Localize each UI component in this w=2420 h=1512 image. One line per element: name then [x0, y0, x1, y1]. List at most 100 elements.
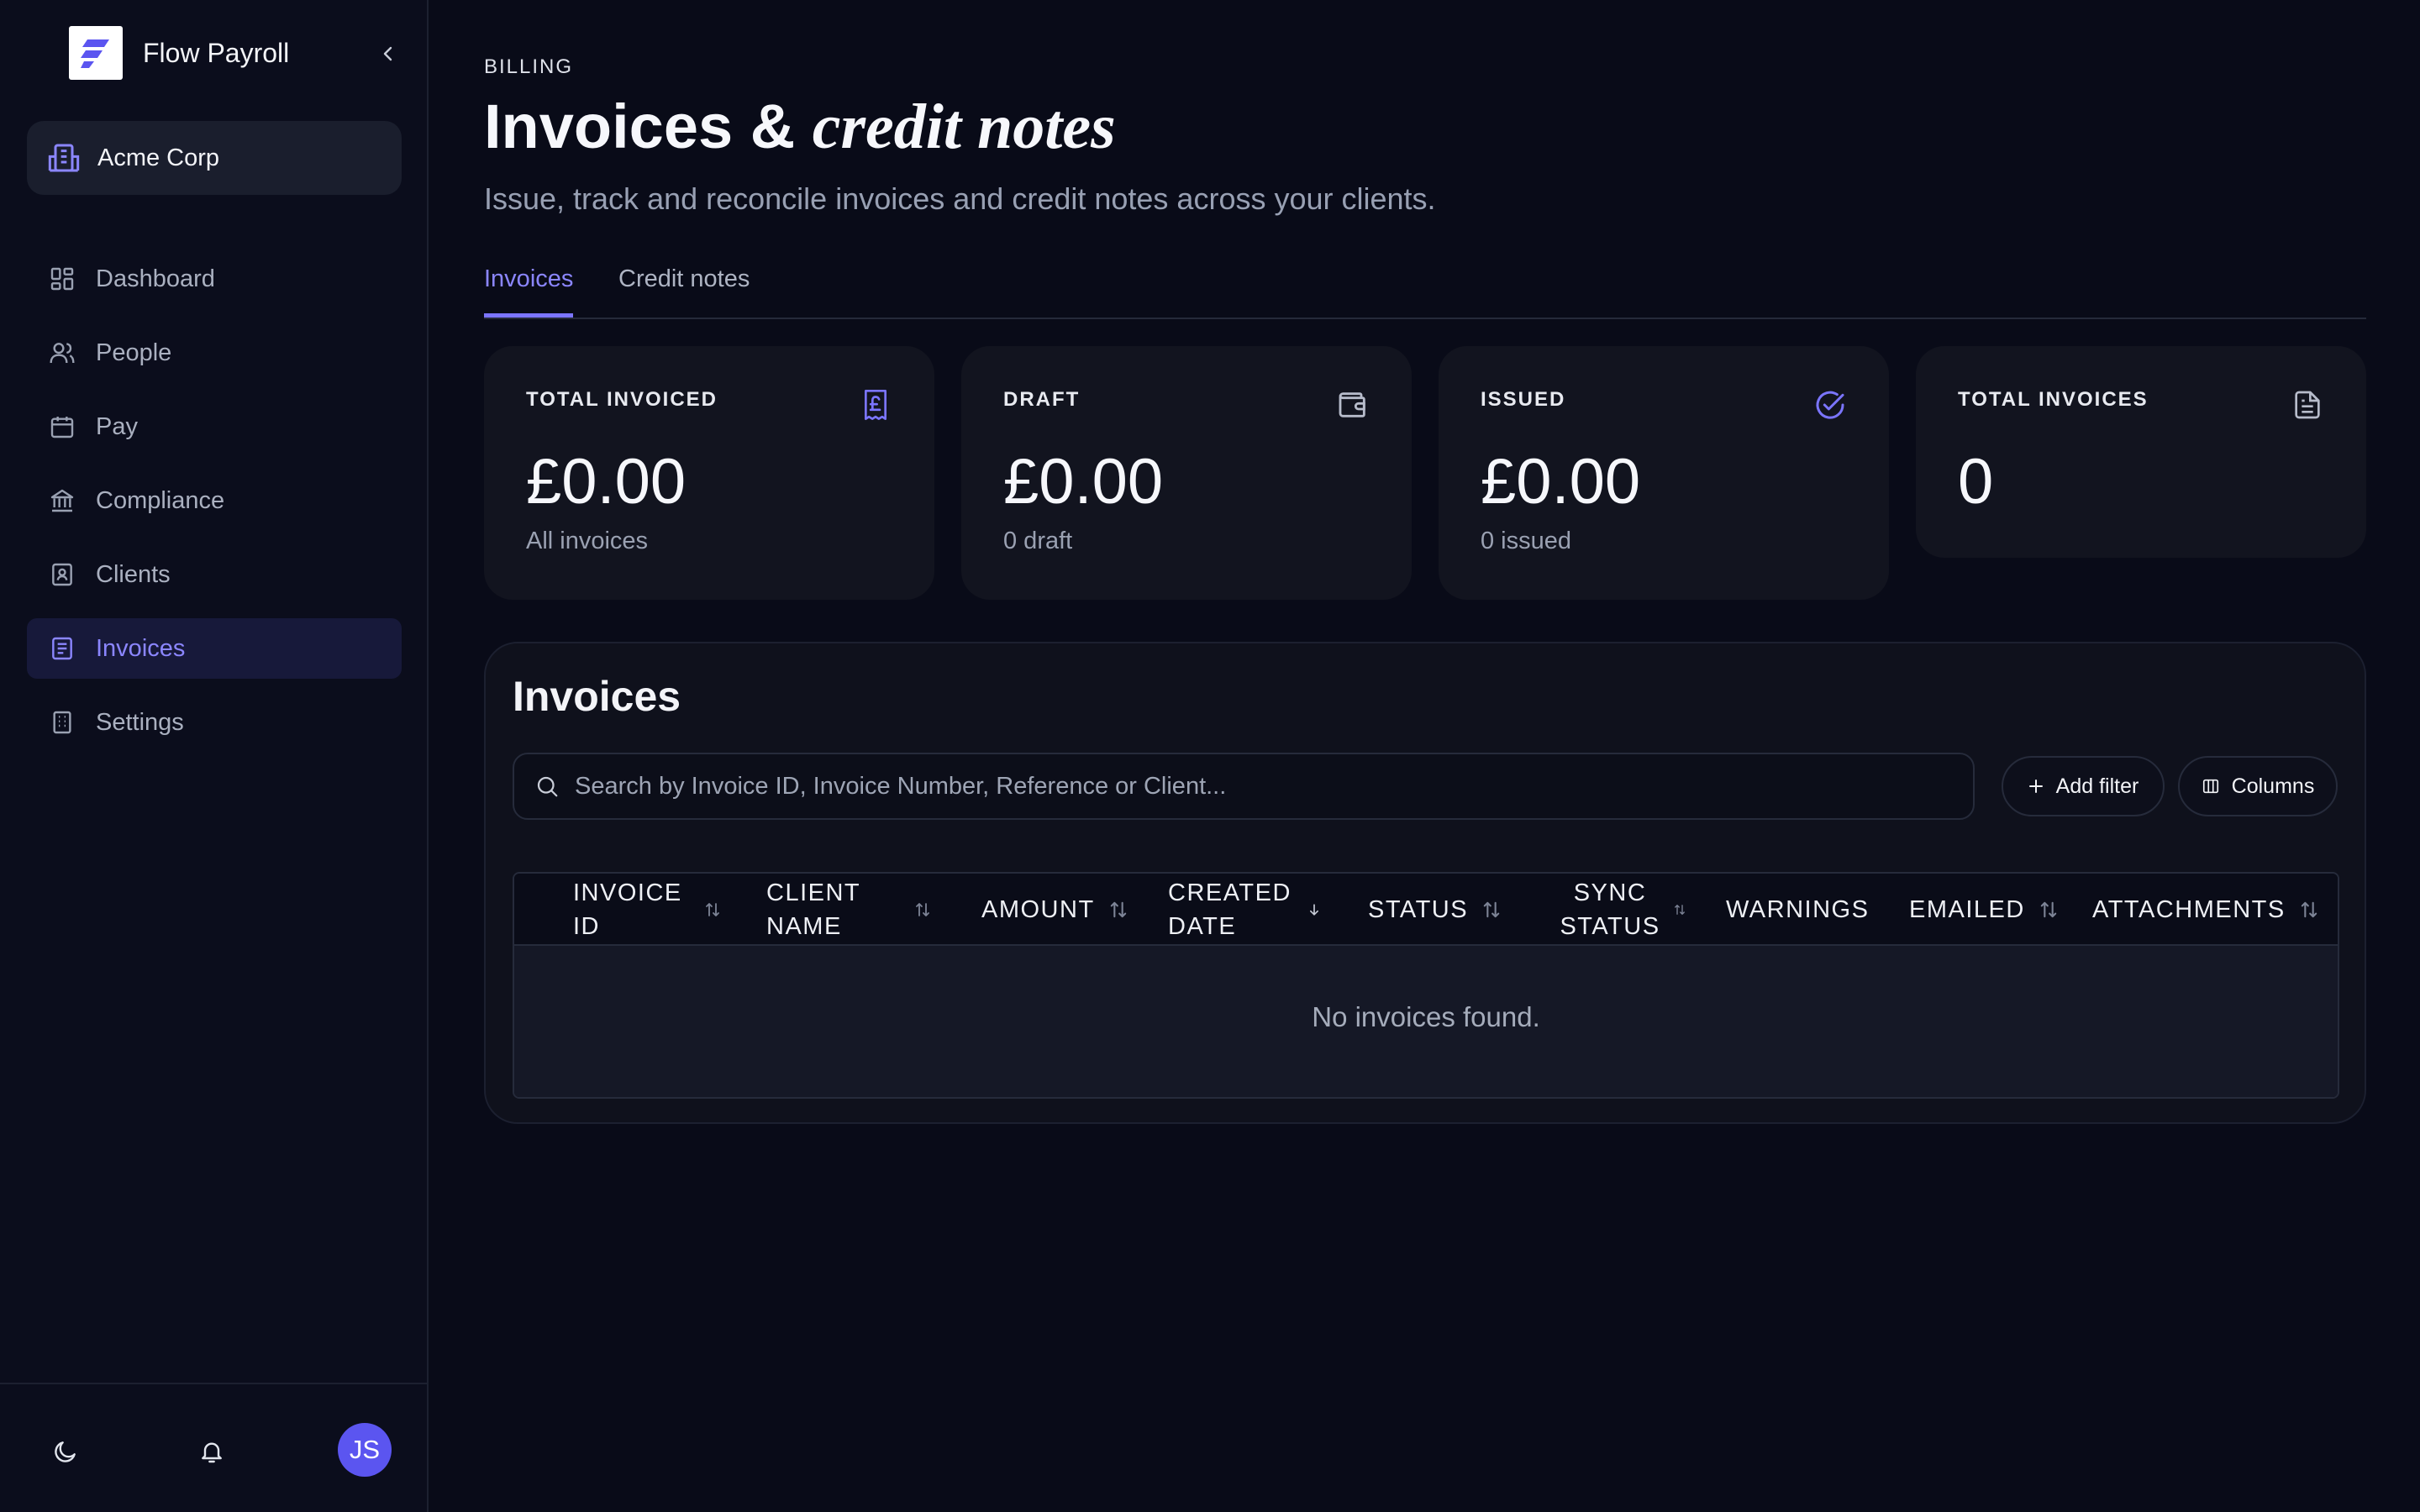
table-body: No invoices found.	[514, 946, 2338, 1097]
app-root: Flow Payroll Acme Corp Dashboard People …	[0, 0, 2420, 1512]
sidebar-item-label: Pay	[96, 412, 138, 440]
sidebar-item-label: Compliance	[96, 486, 225, 514]
column-header-label: SYNC STATUS	[1560, 879, 1660, 940]
column-header-invoice-id[interactable]: INVOICE ID	[573, 874, 741, 946]
pound-receipt-icon	[857, 386, 894, 423]
sidebar-footer: JS	[0, 1383, 427, 1512]
theme-toggle-button[interactable]	[40, 1426, 91, 1477]
stat-card-total-invoices: TOTAL INVOICES 0	[1916, 346, 2366, 558]
calendar-icon	[47, 412, 77, 442]
column-header-label: ATTACHMENTS	[2092, 896, 2286, 923]
column-header-label: CREATED DATE	[1168, 879, 1292, 940]
sidebar-item-pay[interactable]: Pay	[27, 396, 402, 457]
invoices-table: INVOICE ID CLIENT NAME AMOUNT CREATED DA…	[513, 872, 2339, 1099]
document-icon	[2289, 386, 2326, 423]
people-icon	[47, 338, 77, 368]
sort-both-icon	[2297, 898, 2321, 921]
column-header-status[interactable]: STATUS	[1368, 874, 1519, 946]
page-subtitle: Issue, track and reconcile invoices and …	[484, 181, 1436, 216]
sort-both-icon	[702, 900, 723, 920]
sidebar-item-label: Invoices	[96, 634, 186, 662]
stat-value: £0.00	[526, 446, 687, 517]
building-icon	[47, 707, 77, 738]
stat-card-issued: ISSUED £0.00 0 issued	[1439, 346, 1889, 600]
stat-card-draft: DRAFT £0.00 0 draft	[961, 346, 1412, 600]
sidebar-item-label: Dashboard	[96, 265, 215, 292]
chevron-left-icon	[383, 46, 392, 61]
flow-logo-icon	[69, 26, 123, 80]
sidebar-item-label: Settings	[96, 708, 184, 736]
sidebar-nav: Dashboard People Pay Compliance Clients …	[27, 249, 402, 766]
section-eyebrow: BILLING	[484, 55, 574, 78]
user-avatar[interactable]: JS	[338, 1423, 392, 1477]
columns-label: Columns	[2231, 774, 2315, 798]
search-icon	[537, 776, 558, 797]
stat-card-total-invoiced: TOTAL INVOICED £0.00 All invoices	[484, 346, 934, 600]
sort-both-icon	[1107, 898, 1130, 921]
sort-both-icon	[913, 900, 933, 920]
column-header-attachments[interactable]: ATTACHMENTS	[2092, 874, 2336, 946]
plus-icon	[2028, 780, 2043, 793]
stat-value: £0.00	[1003, 446, 1164, 517]
column-header-label: CLIENT NAME	[766, 879, 860, 940]
column-header-label: STATUS	[1368, 896, 1469, 923]
page-title-accent: credit notes	[812, 92, 1116, 162]
brand[interactable]: Flow Payroll	[69, 26, 289, 80]
stat-value: 0	[1958, 446, 1994, 517]
columns-button[interactable]: Columns	[2178, 756, 2338, 816]
stat-subtext: 0 draft	[1003, 528, 1073, 554]
org-switcher[interactable]: Acme Corp	[27, 121, 402, 195]
sidebar-item-label: Clients	[96, 560, 171, 588]
dashboard-icon	[47, 264, 77, 294]
column-header-label: AMOUNT	[981, 896, 1095, 923]
column-header-label: EMAILED	[1909, 896, 2025, 923]
sidebar: Flow Payroll Acme Corp Dashboard People …	[0, 0, 429, 1512]
panel-title: Invoices	[513, 673, 681, 720]
sidebar-item-clients[interactable]: Clients	[27, 544, 402, 605]
column-header-warnings[interactable]: WARNINGS	[1726, 874, 1894, 946]
page-title-main: Invoices &	[484, 92, 796, 161]
column-header-label: WARNINGS	[1726, 896, 1870, 923]
stat-value: £0.00	[1481, 446, 1641, 517]
collapse-sidebar-button[interactable]	[371, 37, 405, 71]
sort-both-icon	[1480, 898, 1503, 921]
moon-icon	[55, 1441, 76, 1462]
stat-subtext: 0 issued	[1481, 528, 1572, 554]
building-icon	[48, 144, 80, 172]
column-header-emailed[interactable]: EMAILED	[1909, 874, 2077, 946]
sidebar-item-people[interactable]: People	[27, 323, 402, 383]
bank-icon	[47, 486, 77, 516]
notifications-button[interactable]	[187, 1426, 237, 1477]
stat-subtext: All invoices	[526, 528, 649, 554]
stat-label: TOTAL INVOICES	[1958, 388, 2149, 411]
column-header-amount[interactable]: AMOUNT	[981, 874, 1150, 946]
sidebar-item-dashboard[interactable]: Dashboard	[27, 249, 402, 309]
stat-label: DRAFT	[1003, 388, 1081, 411]
wallet-icon	[1334, 386, 1371, 423]
sidebar-item-settings[interactable]: Settings	[27, 692, 402, 753]
add-filter-button[interactable]: Add filter	[2002, 756, 2165, 816]
sort-desc-icon	[1306, 901, 1323, 918]
sidebar-item-invoices[interactable]: Invoices	[27, 618, 402, 679]
invoices-panel: Invoices Add filter Columns INVOICE ID	[484, 642, 2366, 1124]
sort-both-icon	[2037, 898, 2060, 921]
search-input[interactable]	[575, 772, 1953, 801]
tab-bar: Invoices Credit notes	[484, 262, 2366, 319]
column-header-client-name[interactable]: CLIENT NAME	[766, 874, 951, 946]
tab-invoices[interactable]: Invoices	[484, 265, 574, 318]
page-title: Invoices & credit notes	[484, 91, 1116, 164]
column-header-label: INVOICE ID	[573, 879, 682, 940]
search-box[interactable]	[513, 753, 1975, 820]
columns-icon	[2202, 779, 2218, 794]
empty-state-message: No invoices found.	[1312, 1001, 1540, 1032]
sidebar-item-compliance[interactable]: Compliance	[27, 470, 402, 531]
check-circle-icon	[1812, 386, 1849, 423]
contact-book-icon	[47, 559, 77, 590]
tab-credit-notes[interactable]: Credit notes	[618, 265, 750, 313]
sidebar-item-label: People	[96, 339, 172, 366]
add-filter-label: Add filter	[2055, 774, 2139, 798]
bell-icon	[202, 1442, 222, 1463]
column-header-sync-status[interactable]: SYNC STATUS	[1560, 874, 1711, 946]
org-name: Acme Corp	[97, 144, 220, 171]
column-header-created-date[interactable]: CREATED DATE	[1168, 874, 1336, 946]
